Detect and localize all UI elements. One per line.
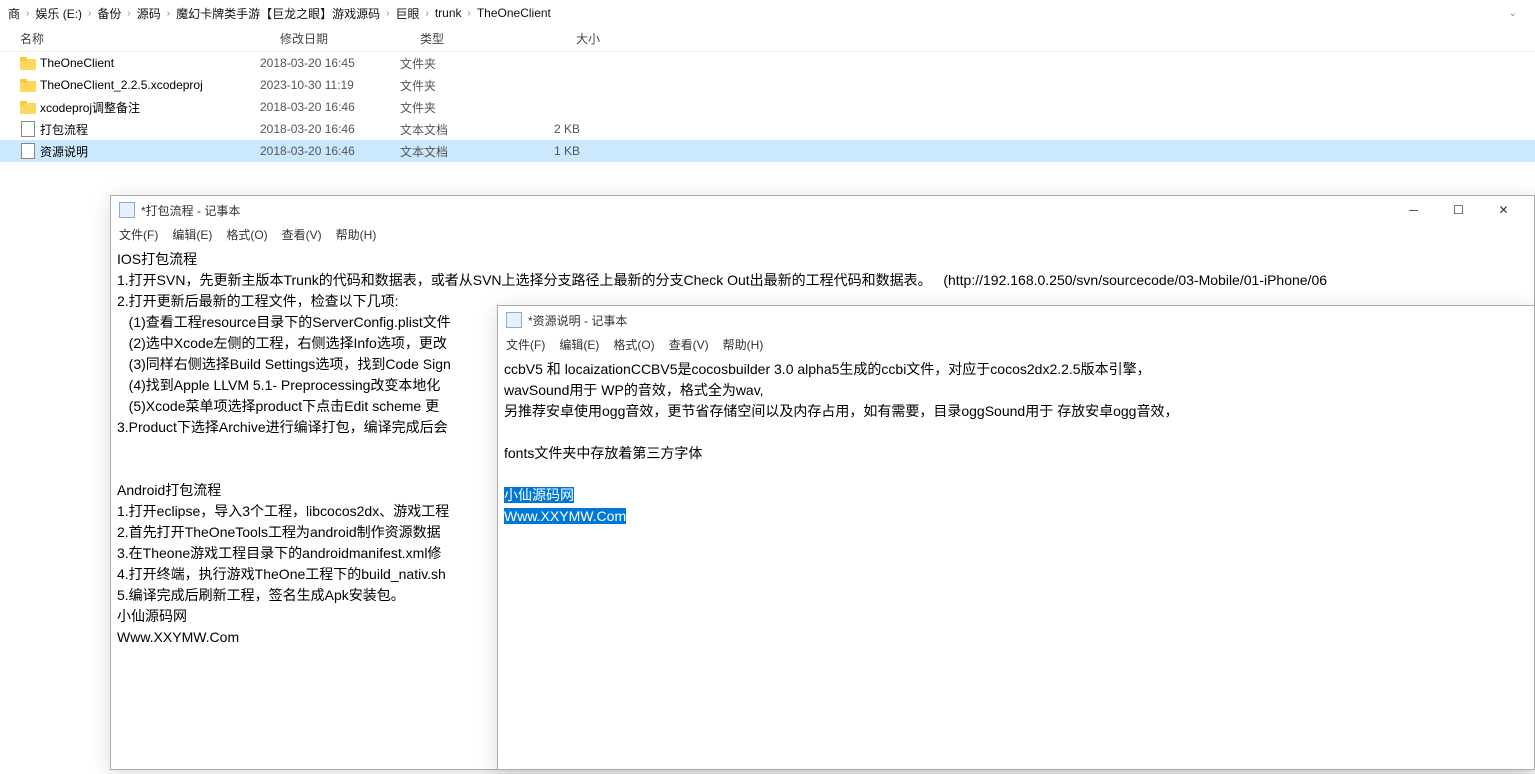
notepad-icon: [506, 312, 522, 328]
chevron-down-icon[interactable]: ⌄: [1509, 8, 1527, 19]
file-row[interactable]: 打包流程 2018-03-20 16:46文本文档2 KB: [0, 118, 1535, 140]
file-row[interactable]: 资源说明 2018-03-20 16:46文本文档1 KB: [0, 140, 1535, 162]
text-file-icon: [20, 121, 36, 137]
col-date[interactable]: 修改日期: [280, 30, 420, 47]
minimize-button[interactable]: ─: [1391, 196, 1436, 224]
file-type: 文本文档: [400, 121, 520, 138]
file-size: 1 KB: [520, 144, 580, 158]
breadcrumb-item[interactable]: 源码: [137, 5, 161, 22]
chevron-right-icon: ›: [20, 8, 35, 19]
chevron-right-icon: ›: [380, 8, 395, 19]
notepad-window-resources: *资源说明 - 记事本 文件(F) 编辑(E) 格式(O) 查看(V) 帮助(H…: [497, 305, 1535, 770]
menu-format[interactable]: 格式(O): [613, 336, 654, 353]
text-file-icon: [20, 143, 36, 159]
breadcrumb-item[interactable]: 魔幻卡牌类手游【巨龙之眼】游戏源码: [176, 5, 380, 22]
file-row[interactable]: TheOneClient 2018-03-20 16:45文件夹: [0, 52, 1535, 74]
breadcrumb-item[interactable]: 备份: [97, 5, 121, 22]
chevron-right-icon: ›: [121, 8, 136, 19]
breadcrumb-item[interactable]: TheOneClient: [477, 6, 551, 20]
file-date: 2018-03-20 16:46: [260, 144, 400, 158]
chevron-right-icon: ›: [161, 8, 176, 19]
menu-edit[interactable]: 编辑(E): [172, 226, 212, 243]
file-name: 打包流程: [40, 121, 88, 138]
selected-text: 小仙源码网: [504, 487, 574, 503]
menu-help[interactable]: 帮助(H): [723, 336, 764, 353]
folder-icon: [20, 77, 36, 93]
chevron-right-icon: ›: [419, 8, 434, 19]
col-name[interactable]: 名称: [20, 30, 280, 47]
breadcrumb-item[interactable]: 商: [8, 5, 20, 22]
notepad-icon: [119, 202, 135, 218]
file-size: 2 KB: [520, 122, 580, 136]
file-type: 文件夹: [400, 77, 520, 94]
menu-file[interactable]: 文件(F): [119, 226, 158, 243]
file-date: 2023-10-30 11:19: [260, 78, 400, 92]
file-name: 资源说明: [40, 143, 88, 160]
menu-file[interactable]: 文件(F): [506, 336, 545, 353]
file-type: 文本文档: [400, 143, 520, 160]
chevron-right-icon: ›: [82, 8, 97, 19]
file-date: 2018-03-20 16:45: [260, 56, 400, 70]
file-type: 文件夹: [400, 55, 520, 72]
folder-icon: [20, 55, 36, 71]
window-title: *资源说明 - 记事本: [528, 312, 627, 329]
menu-help[interactable]: 帮助(H): [336, 226, 377, 243]
window-title: *打包流程 - 记事本: [141, 202, 240, 219]
breadcrumb[interactable]: 商› 娱乐 (E:)› 备份› 源码› 魔幻卡牌类手游【巨龙之眼】游戏源码› 巨…: [0, 0, 1535, 26]
file-row[interactable]: TheOneClient_2.2.5.xcodeproj 2023-10-30 1…: [0, 74, 1535, 96]
breadcrumb-item[interactable]: 巨眼: [395, 5, 419, 22]
col-type[interactable]: 类型: [420, 30, 540, 47]
file-type: 文件夹: [400, 99, 520, 116]
breadcrumb-item[interactable]: 娱乐 (E:): [35, 5, 82, 22]
text-content[interactable]: ccbV5 和 locaizationCCBV5是cocosbuilder 3.…: [498, 355, 1534, 531]
menubar: 文件(F) 编辑(E) 格式(O) 查看(V) 帮助(H): [498, 334, 1534, 355]
selected-text: Www.XXYMW.Com: [504, 508, 626, 524]
menu-view[interactable]: 查看(V): [282, 226, 322, 243]
file-date: 2018-03-20 16:46: [260, 100, 400, 114]
file-date: 2018-03-20 16:46: [260, 122, 400, 136]
file-name: xcodeproj调整备注: [40, 99, 140, 116]
col-size[interactable]: 大小: [540, 30, 600, 47]
maximize-button[interactable]: ☐: [1436, 196, 1481, 224]
menubar: 文件(F) 编辑(E) 格式(O) 查看(V) 帮助(H): [111, 224, 1534, 245]
menu-format[interactable]: 格式(O): [226, 226, 267, 243]
titlebar[interactable]: *打包流程 - 记事本 ─ ☐ ✕: [111, 196, 1534, 224]
file-row[interactable]: xcodeproj调整备注 2018-03-20 16:46文件夹: [0, 96, 1535, 118]
titlebar[interactable]: *资源说明 - 记事本: [498, 306, 1534, 334]
file-name: TheOneClient_2.2.5.xcodeproj: [40, 78, 203, 92]
chevron-right-icon: ›: [462, 8, 477, 19]
menu-edit[interactable]: 编辑(E): [559, 336, 599, 353]
file-name: TheOneClient: [40, 56, 114, 70]
close-button[interactable]: ✕: [1481, 196, 1526, 224]
menu-view[interactable]: 查看(V): [669, 336, 709, 353]
breadcrumb-item[interactable]: trunk: [435, 6, 462, 20]
file-list-header: 名称 修改日期 类型 大小: [0, 26, 1535, 52]
file-list: TheOneClient2018-03-20 16:45文件夹TheOneCli…: [0, 52, 1535, 162]
folder-icon: [20, 99, 36, 115]
